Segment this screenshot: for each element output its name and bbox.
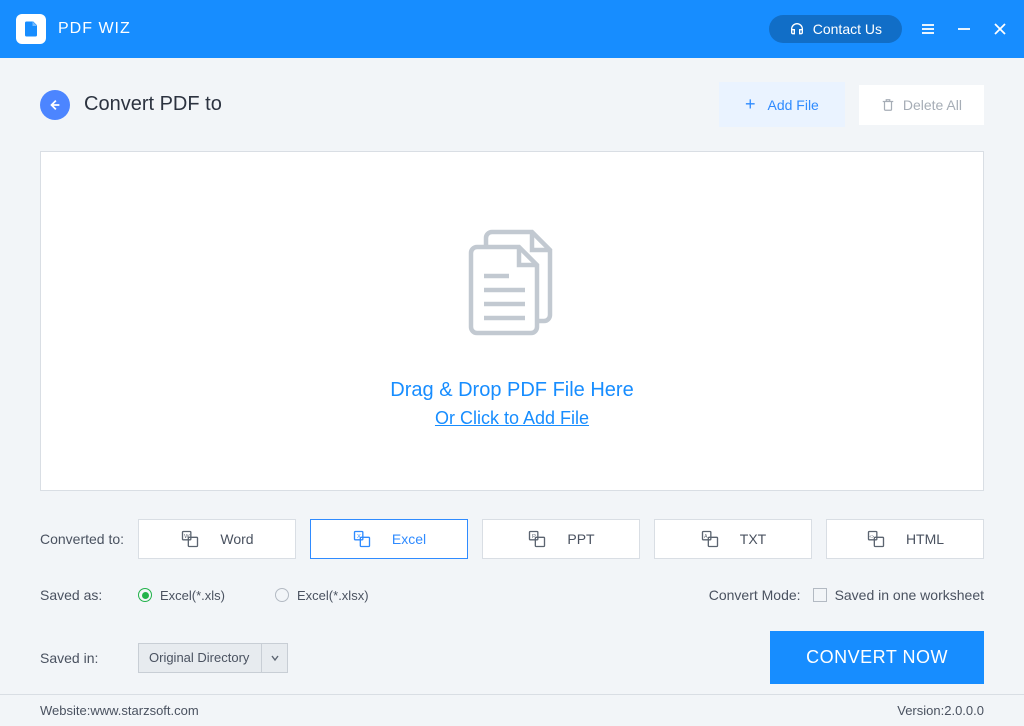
format-excel-button[interactable]: X Excel bbox=[310, 519, 468, 559]
arrow-left-icon bbox=[48, 98, 62, 112]
website-label: Website: bbox=[40, 703, 90, 718]
menu-button[interactable] bbox=[920, 21, 936, 37]
version-label: Version: bbox=[897, 703, 944, 718]
word-icon: W bbox=[180, 529, 200, 549]
delete-all-button[interactable]: Delete All bbox=[859, 85, 984, 125]
format-excel-label: Excel bbox=[392, 531, 426, 547]
version-value: 2.0.0.0 bbox=[944, 703, 984, 718]
format-ppt-button[interactable]: P PPT bbox=[482, 519, 640, 559]
format-ppt-label: PPT bbox=[567, 531, 594, 547]
chevron-down-icon bbox=[261, 644, 287, 672]
format-txt-button[interactable]: A TXT bbox=[654, 519, 812, 559]
minimize-button[interactable] bbox=[956, 21, 972, 37]
radio-icon bbox=[138, 588, 152, 602]
page-title: Convert PDF to bbox=[84, 93, 222, 116]
saved-in-label: Saved in: bbox=[40, 650, 138, 666]
converted-to-label: Converted to: bbox=[40, 531, 138, 547]
svg-text:P: P bbox=[532, 534, 536, 540]
format-html-button[interactable]: <> HTML bbox=[826, 519, 984, 559]
converted-to-row: Converted to: W Word X Excel P PPT A TXT… bbox=[40, 519, 984, 559]
minimize-icon bbox=[956, 21, 972, 37]
svg-text:W: W bbox=[185, 534, 191, 540]
radio-xlsx[interactable]: Excel(*.xlsx) bbox=[275, 588, 369, 603]
excel-icon: X bbox=[352, 529, 372, 549]
close-button[interactable] bbox=[992, 21, 1008, 37]
contact-us-label: Contact Us bbox=[813, 21, 882, 37]
saved-in-dropdown[interactable]: Original Directory bbox=[138, 643, 288, 673]
contact-us-button[interactable]: Contact Us bbox=[769, 15, 902, 43]
convert-mode-label: Convert Mode: bbox=[709, 587, 801, 603]
radio-icon bbox=[275, 588, 289, 602]
svg-text:<>: <> bbox=[869, 534, 874, 539]
format-html-label: HTML bbox=[906, 531, 944, 547]
add-file-button[interactable]: + Add File bbox=[719, 82, 845, 127]
format-txt-label: TXT bbox=[740, 531, 766, 547]
app-logo bbox=[16, 14, 46, 44]
back-button[interactable] bbox=[40, 90, 70, 120]
footer: Website: www.starzsoft.com Version: 2.0.… bbox=[0, 694, 1024, 726]
delete-all-label: Delete All bbox=[903, 97, 962, 113]
close-icon bbox=[992, 21, 1008, 37]
menu-icon bbox=[920, 21, 936, 37]
html-icon: <> bbox=[866, 529, 886, 549]
convert-now-button[interactable]: CONVERT NOW bbox=[770, 631, 984, 684]
radio-xls[interactable]: Excel(*.xls) bbox=[138, 588, 225, 603]
click-to-add-link[interactable]: Or Click to Add File bbox=[435, 408, 589, 429]
documents-icon bbox=[447, 214, 577, 349]
radio-xls-label: Excel(*.xls) bbox=[160, 588, 225, 603]
ppt-icon: P bbox=[527, 529, 547, 549]
headset-icon bbox=[789, 21, 805, 37]
drop-instruction-text: Drag & Drop PDF File Here bbox=[390, 379, 633, 402]
worksheet-checkbox[interactable]: Saved in one worksheet bbox=[813, 587, 984, 603]
txt-icon: A bbox=[700, 529, 720, 549]
saved-in-row: Saved in: Original Directory CONVERT NOW bbox=[40, 631, 984, 684]
website-link[interactable]: www.starzsoft.com bbox=[90, 703, 198, 718]
saved-as-label: Saved as: bbox=[40, 587, 138, 603]
format-word-label: Word bbox=[220, 531, 253, 547]
format-word-button[interactable]: W Word bbox=[138, 519, 296, 559]
page-header: Convert PDF to + Add File Delete All bbox=[40, 82, 984, 127]
saved-in-selected: Original Directory bbox=[149, 650, 249, 665]
file-drop-area[interactable]: Drag & Drop PDF File Here Or Click to Ad… bbox=[40, 151, 984, 491]
titlebar: PDF WIZ Contact Us bbox=[0, 0, 1024, 58]
trash-icon bbox=[881, 98, 895, 112]
saved-as-row: Saved as: Excel(*.xls) Excel(*.xlsx) Con… bbox=[40, 587, 984, 603]
radio-xlsx-label: Excel(*.xlsx) bbox=[297, 588, 369, 603]
plus-icon: + bbox=[745, 94, 756, 115]
checkbox-icon bbox=[813, 588, 827, 602]
add-file-label: Add File bbox=[767, 97, 818, 113]
svg-text:X: X bbox=[357, 534, 361, 540]
app-title: PDF WIZ bbox=[58, 20, 131, 38]
worksheet-checkbox-label: Saved in one worksheet bbox=[835, 587, 984, 603]
